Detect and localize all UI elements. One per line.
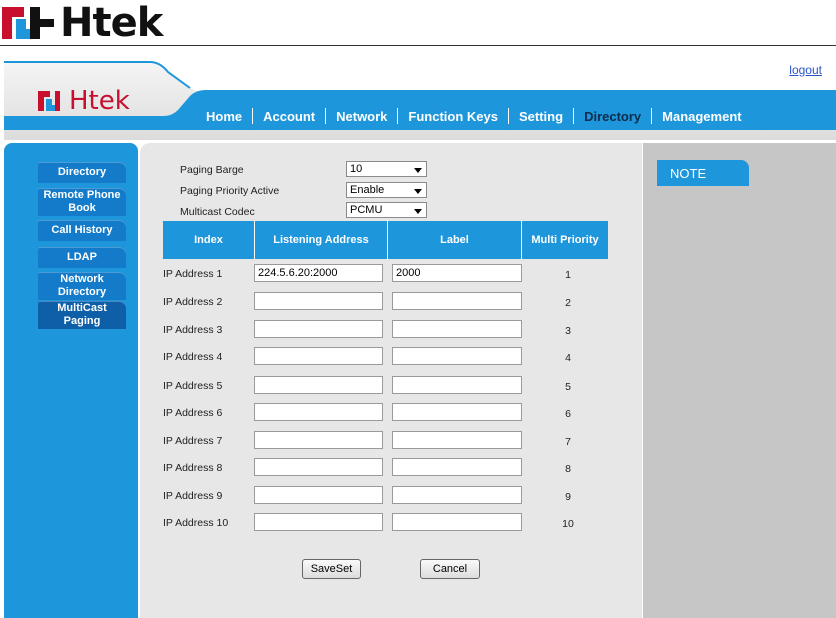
nav-network[interactable]: Network bbox=[326, 109, 397, 124]
multi-priority-value: 1 bbox=[565, 269, 571, 281]
label-input[interactable] bbox=[392, 486, 522, 504]
chevron-down-icon bbox=[414, 209, 422, 214]
paging-priority-value: Enable bbox=[350, 184, 385, 196]
multi-priority-value: 3 bbox=[565, 325, 571, 337]
listening-address-input[interactable] bbox=[254, 403, 383, 421]
sidebar-item-ldap[interactable]: LDAP bbox=[38, 247, 126, 268]
paging-priority-select[interactable]: Enable bbox=[346, 182, 427, 198]
htek-document-logo: Htek bbox=[2, 0, 163, 46]
sidebar-item-multicast-paging[interactable]: MultiCast Paging bbox=[38, 301, 126, 329]
row-label: IP Address 10 bbox=[163, 517, 229, 529]
row-label: IP Address 2 bbox=[163, 296, 223, 308]
column-header-index: Index bbox=[163, 221, 255, 259]
label-input[interactable] bbox=[392, 458, 522, 476]
multi-priority-value: 4 bbox=[565, 352, 571, 364]
nav-directory[interactable]: Directory bbox=[574, 109, 651, 124]
row-label: IP Address 7 bbox=[163, 435, 223, 447]
label-input[interactable] bbox=[392, 347, 522, 365]
multicast-codec-label: Multicast Codec bbox=[180, 206, 255, 218]
row-label: IP Address 3 bbox=[163, 324, 223, 336]
multi-priority-value: 10 bbox=[562, 518, 574, 530]
sidebar-item-network-directory[interactable]: Network Directory bbox=[38, 272, 126, 300]
listening-address-input[interactable] bbox=[254, 458, 383, 476]
row-label: IP Address 9 bbox=[163, 490, 223, 502]
label-input[interactable]: 2000 bbox=[392, 264, 522, 282]
multi-priority-value: 2 bbox=[565, 297, 571, 309]
row-label: IP Address 5 bbox=[163, 380, 223, 392]
listening-address-input[interactable] bbox=[254, 376, 383, 394]
table-header: Index Listening Address Label Multi Prio… bbox=[163, 221, 608, 259]
page: Htek logout Htek Home Account Network Fu… bbox=[0, 0, 836, 618]
multi-priority-value: 8 bbox=[565, 463, 571, 475]
nav-home[interactable]: Home bbox=[196, 109, 252, 124]
paging-barge-value: 10 bbox=[350, 163, 363, 175]
label-input[interactable] bbox=[392, 376, 522, 394]
document-divider bbox=[0, 45, 836, 46]
listening-address-input[interactable] bbox=[254, 292, 383, 310]
label-input[interactable] bbox=[392, 513, 522, 531]
listening-address-input[interactable] bbox=[254, 320, 383, 338]
listening-address-input[interactable] bbox=[254, 431, 383, 449]
row-label: IP Address 6 bbox=[163, 407, 223, 419]
app-logo-text: Htek bbox=[69, 86, 130, 116]
chevron-down-icon bbox=[414, 168, 422, 173]
nav-account[interactable]: Account bbox=[253, 109, 325, 124]
label-input[interactable] bbox=[392, 320, 522, 338]
main-nav: Home Account Network Function Keys Setti… bbox=[196, 106, 752, 126]
chevron-down-icon bbox=[414, 189, 422, 194]
label-input[interactable] bbox=[392, 292, 522, 310]
column-header-multi-priority: Multi Priority bbox=[531, 234, 599, 246]
label-input[interactable] bbox=[392, 403, 522, 421]
htek-logo-mark-icon bbox=[2, 7, 54, 39]
nav-setting[interactable]: Setting bbox=[509, 109, 573, 124]
paging-priority-label: Paging Priority Active bbox=[180, 185, 280, 197]
app-logo: Htek bbox=[38, 86, 130, 116]
saveset-button[interactable]: SaveSet bbox=[302, 559, 361, 579]
sidebar-item-remote-phone-book[interactable]: Remote Phone Book bbox=[38, 188, 126, 216]
row-label: IP Address 4 bbox=[163, 351, 223, 363]
multi-priority-value: 6 bbox=[565, 408, 571, 420]
multicast-codec-select[interactable]: PCMU bbox=[346, 202, 427, 218]
label-input[interactable] bbox=[392, 431, 522, 449]
paging-barge-label: Paging Barge bbox=[180, 164, 244, 176]
nav-function-keys[interactable]: Function Keys bbox=[398, 109, 508, 124]
column-header-label: Label bbox=[388, 221, 522, 259]
row-label: IP Address 1 bbox=[163, 268, 223, 280]
row-label: IP Address 8 bbox=[163, 462, 223, 474]
nav-management[interactable]: Management bbox=[652, 109, 751, 124]
note-panel bbox=[643, 143, 836, 618]
note-title: NOTE bbox=[657, 160, 749, 186]
listening-address-input[interactable] bbox=[254, 486, 383, 504]
multi-priority-value: 5 bbox=[565, 381, 571, 393]
multi-priority-value: 9 bbox=[565, 491, 571, 503]
listening-address-input[interactable] bbox=[254, 513, 383, 531]
sidebar-item-directory[interactable]: Directory bbox=[38, 162, 126, 183]
sidebar-item-call-history[interactable]: Call History bbox=[38, 220, 126, 241]
listening-address-input[interactable]: 224.5.6.20:2000 bbox=[254, 264, 383, 282]
multicast-codec-value: PCMU bbox=[350, 204, 383, 216]
document-logo-text: Htek bbox=[60, 0, 163, 46]
column-header-listening-address: Listening Address bbox=[255, 221, 388, 259]
paging-barge-select[interactable]: 10 bbox=[346, 161, 427, 177]
cancel-button[interactable]: Cancel bbox=[420, 559, 480, 579]
logout-link[interactable]: logout bbox=[789, 63, 822, 77]
multi-priority-value: 7 bbox=[565, 436, 571, 448]
listening-address-input[interactable] bbox=[254, 347, 383, 365]
htek-logo-mark-icon bbox=[38, 91, 60, 111]
